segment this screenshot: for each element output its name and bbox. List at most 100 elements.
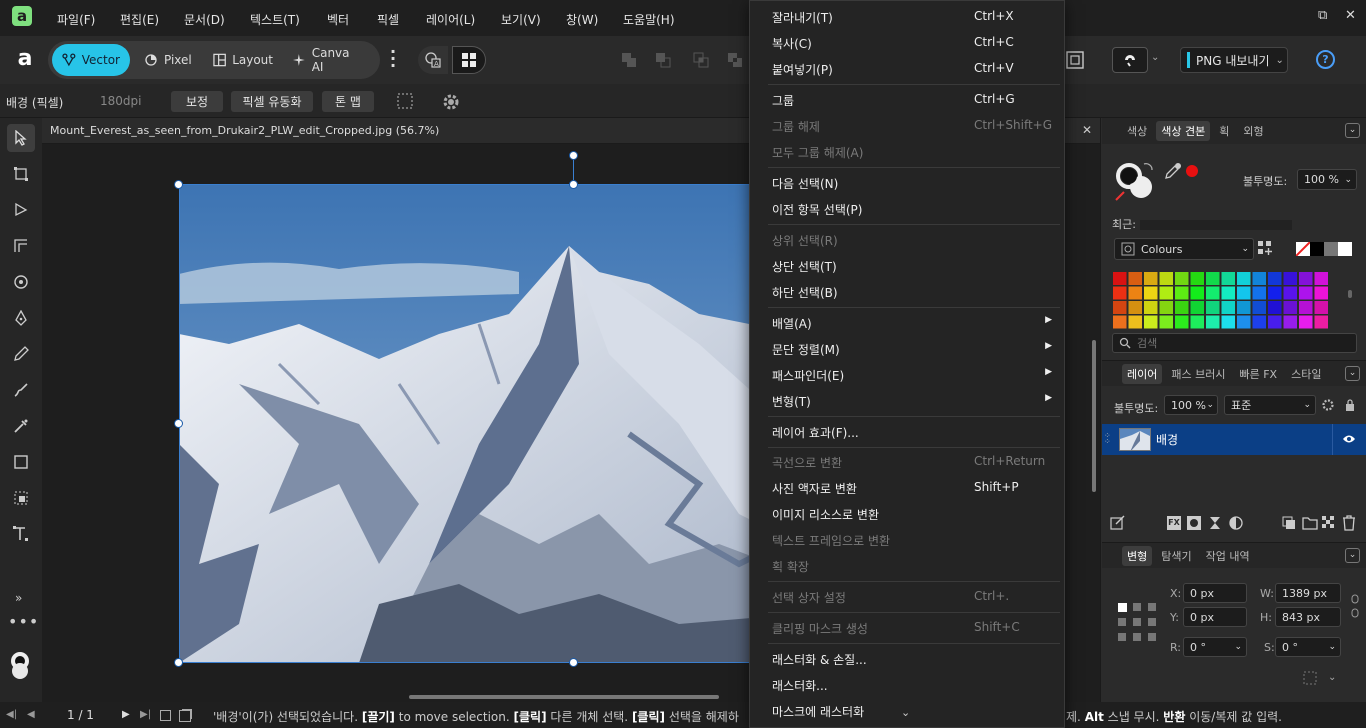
color-wheel-icon[interactable] — [7, 650, 33, 680]
layout-persona-button[interactable]: Layout — [203, 44, 283, 76]
color-swatch[interactable] — [1128, 301, 1143, 314]
color-swatch[interactable] — [1221, 286, 1236, 300]
trash-icon[interactable] — [1342, 515, 1356, 531]
horizontal-scrollbar[interactable] — [409, 695, 719, 699]
color-swatch[interactable] — [1206, 286, 1220, 300]
tab-appearance[interactable]: 외형 — [1238, 121, 1268, 141]
context-menu-item[interactable]: 마스크에 래스터화 — [772, 703, 1052, 723]
text-mode-button[interactable]: A — [418, 46, 448, 74]
hourglass-icon[interactable] — [1208, 516, 1222, 530]
color-swatch[interactable] — [1144, 272, 1158, 285]
collapse-chevron-icon[interactable]: ⌄ — [1345, 366, 1360, 381]
boolean-subtract-icon[interactable] — [648, 47, 678, 73]
boolean-xor-icon[interactable] — [720, 47, 750, 73]
color-swatch[interactable] — [1175, 301, 1189, 314]
color-swatch[interactable] — [1237, 272, 1251, 285]
handle-middle-left[interactable] — [174, 419, 183, 428]
menu-edit[interactable]: 편집(E) — [120, 11, 159, 28]
color-swatch[interactable] — [1206, 315, 1220, 329]
layer-row[interactable]: ⁘ ⁘ 배경 — [1102, 424, 1366, 455]
adjustment-icon[interactable] — [1229, 516, 1243, 530]
h-field[interactable]: 843 px — [1275, 607, 1341, 627]
pencil-tool[interactable] — [7, 340, 35, 368]
tab-color[interactable]: 색상 — [1122, 121, 1152, 141]
move-tool[interactable] — [7, 124, 35, 152]
tab-quick-fx[interactable]: 빠른 FX — [1234, 364, 1282, 384]
context-menu-item[interactable]: 패스파인더(E) ▶ — [772, 367, 1052, 387]
context-menu-item[interactable]: 복사(C) Ctrl+C — [772, 35, 1052, 55]
edit-layer-icon[interactable] — [1110, 515, 1126, 531]
color-swatch[interactable] — [1190, 315, 1205, 329]
folder-icon[interactable] — [1302, 516, 1318, 530]
last-page-icon[interactable]: ▶| — [140, 709, 151, 720]
fill-tool[interactable] — [7, 412, 35, 440]
menu-layer[interactable]: 레이어(L) — [426, 11, 475, 28]
pixel-liquify-button[interactable]: 픽셀 유동화 — [231, 91, 313, 112]
context-menu-item[interactable]: 붙여넣기(P) Ctrl+V — [772, 61, 1052, 81]
color-swatch[interactable] — [1221, 272, 1236, 285]
color-swatch[interactable] — [1128, 286, 1143, 300]
color-swatch[interactable] — [1283, 286, 1298, 300]
color-swatch[interactable] — [1113, 315, 1127, 329]
snapping-chevron-icon[interactable]: ⌄ — [1151, 52, 1159, 63]
color-swatch[interactable] — [1268, 272, 1282, 285]
color-swatch[interactable] — [1175, 272, 1189, 285]
handle-top-center[interactable] — [569, 180, 578, 189]
app-logo[interactable]: a — [12, 6, 32, 26]
color-swatch[interactable] — [1283, 301, 1298, 314]
context-menu-item[interactable]: 래스터화... — [772, 677, 1052, 697]
color-swatch[interactable] — [1314, 301, 1329, 314]
context-menu-item[interactable]: 변형(T) ▶ — [772, 393, 1052, 413]
close-window-button[interactable]: ✕ — [1345, 8, 1356, 23]
swatch-search[interactable] — [1112, 333, 1357, 353]
x-field[interactable]: 0 px — [1183, 583, 1247, 603]
grid-mode-button[interactable] — [452, 46, 486, 74]
swatch-scrollbar[interactable] — [1348, 290, 1352, 298]
selection-box-icon[interactable] — [396, 92, 414, 110]
tab-transform[interactable]: 변형 — [1122, 545, 1153, 566]
y-field[interactable]: 0 px — [1183, 607, 1247, 627]
color-swatch[interactable] — [1299, 301, 1313, 314]
context-menu-item[interactable]: 배열(A) ▶ — [772, 315, 1052, 335]
eye-icon[interactable] — [1342, 433, 1356, 445]
menu-file[interactable]: 파일(F) — [57, 11, 95, 28]
color-swatch[interactable] — [1144, 315, 1158, 329]
color-swatch[interactable] — [1144, 301, 1158, 314]
text-tool[interactable] — [7, 520, 35, 548]
point-transform-tool[interactable] — [7, 268, 35, 296]
rotation-handle[interactable] — [569, 151, 578, 160]
menu-view[interactable]: 보기(V) — [501, 11, 541, 28]
color-swatch[interactable] — [1206, 301, 1220, 314]
context-menu-item[interactable]: 상단 선택(T) — [772, 258, 1052, 278]
color-swatch[interactable] — [1314, 286, 1329, 300]
context-menu-item[interactable]: 잘라내기(T) Ctrl+X — [772, 9, 1052, 29]
next-page-icon[interactable]: ▶ — [122, 709, 130, 720]
color-swatch[interactable] — [1175, 315, 1189, 329]
context-menu-item[interactable]: 래스터화 & 손질... — [772, 651, 1052, 671]
context-menu-item[interactable]: 하단 선택(B) — [772, 284, 1052, 304]
gear-icon[interactable] — [441, 92, 461, 112]
context-menu-item[interactable]: 문단 정렬(M) ▶ — [772, 341, 1052, 361]
color-swatch[interactable] — [1113, 286, 1127, 300]
affinity-icon[interactable]: a — [12, 46, 38, 72]
swatch-grid[interactable] — [1112, 272, 1338, 330]
context-menu-item[interactable]: 다음 선택(N) — [772, 175, 1052, 195]
first-page-icon[interactable]: ◀| — [6, 709, 17, 720]
tone-map-button[interactable]: 톤 맵 — [322, 91, 374, 112]
color-swatch[interactable] — [1299, 286, 1313, 300]
color-swatch[interactable] — [1128, 315, 1143, 329]
prev-page-icon[interactable]: ◀ — [27, 709, 35, 720]
duplicate-layer-icon[interactable] — [1282, 516, 1296, 530]
tab-swatches[interactable]: 색상 견본 — [1156, 121, 1211, 141]
eyedropper-icon[interactable] — [1164, 162, 1182, 180]
w-field[interactable]: 1389 px — [1275, 583, 1341, 603]
adjust-button[interactable]: 보정 — [171, 91, 223, 112]
color-swatch[interactable] — [1221, 315, 1236, 329]
pen-tool[interactable] — [7, 304, 35, 332]
color-swatch[interactable] — [1252, 272, 1267, 285]
tab-navigator[interactable]: 탐색기 — [1156, 546, 1196, 566]
color-swatch[interactable] — [1190, 301, 1205, 314]
link-proportions-icon[interactable] — [1351, 594, 1359, 618]
swatch-search-input[interactable] — [1137, 336, 1337, 350]
tab-history[interactable]: 작업 내역 — [1201, 546, 1255, 566]
